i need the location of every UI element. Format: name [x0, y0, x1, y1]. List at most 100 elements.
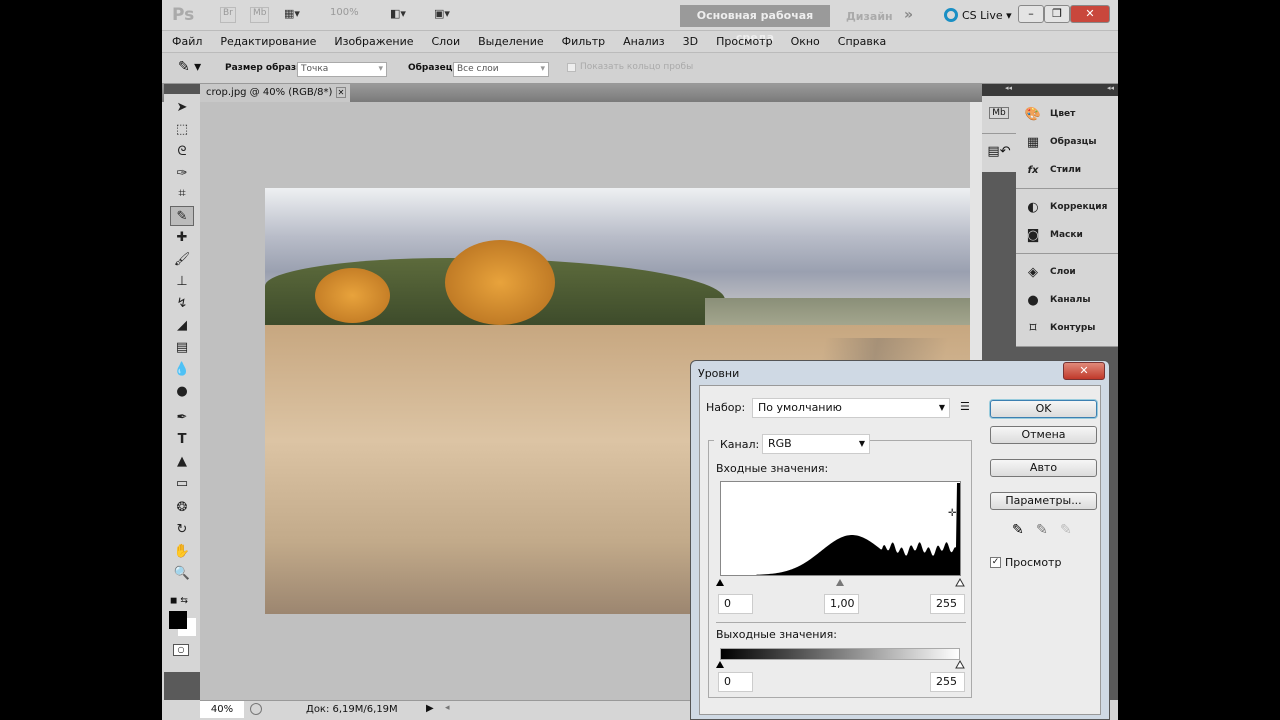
channel-value: RGB — [768, 437, 792, 450]
status-menu-arrow-icon[interactable]: ▶ — [426, 703, 434, 714]
output-slider[interactable] — [716, 660, 966, 670]
shape-tool-icon[interactable]: ▭ — [170, 474, 194, 494]
eyedropper-tool-icon[interactable]: ✎ — [170, 206, 194, 226]
status-icon[interactable] — [250, 703, 262, 715]
panel-channels[interactable]: ● Каналы — [1016, 286, 1118, 314]
menu-analysis[interactable]: Анализ — [623, 35, 665, 48]
gray-eyedropper-icon[interactable]: ✎ — [1036, 522, 1048, 538]
panel-layers[interactable]: ◈ Слои — [1016, 258, 1118, 286]
quick-mask-icon[interactable]: ○ — [173, 644, 189, 656]
more-workspaces-button[interactable]: » — [904, 7, 913, 23]
black-point-handle[interactable] — [716, 579, 724, 586]
history-brush-tool-icon[interactable]: ↯ — [170, 294, 194, 314]
eraser-tool-icon[interactable]: ◢ — [170, 316, 194, 336]
cancel-button[interactable]: Отмена — [990, 426, 1097, 444]
panel-styles[interactable]: fx Стили — [1016, 156, 1118, 184]
view-extras-icon[interactable]: ▦▾ — [284, 7, 300, 23]
move-tool-icon[interactable]: ➤ — [170, 98, 194, 118]
menu-3d[interactable]: 3D — [683, 35, 698, 48]
lasso-tool-icon[interactable]: ᘓ — [170, 142, 194, 162]
zoom-level-select[interactable]: 100% — [330, 7, 359, 23]
menu-file[interactable]: Файл — [172, 35, 202, 48]
preset-options-icon[interactable]: ☰ — [960, 400, 970, 413]
workspace-essentials-button[interactable]: Основная рабочая среда — [680, 5, 830, 44]
show-sampling-ring-checkbox[interactable] — [567, 63, 576, 72]
screen-mode-icon[interactable]: ▣▾ — [434, 7, 450, 23]
auto-button[interactable]: Авто — [990, 459, 1097, 477]
input-black-field[interactable]: 0 — [718, 594, 753, 614]
workspace-design-button[interactable]: Дизайн — [846, 10, 893, 23]
blur-tool-icon[interactable]: 💧 — [170, 360, 194, 380]
zoom-field[interactable]: 40% — [200, 701, 244, 718]
collapse-dock-icon[interactable]: ◂◂ — [982, 84, 1016, 96]
white-point-handle[interactable] — [955, 578, 965, 587]
marquee-tool-icon[interactable]: ⬚ — [170, 120, 194, 140]
options-button[interactable]: Параметры... — [990, 492, 1097, 510]
document-tab[interactable]: crop.jpg @ 40% (RGB/8*) ✕ — [198, 84, 350, 102]
panel-paths[interactable]: ⌑ Контуры — [1016, 314, 1118, 342]
minimize-button[interactable]: – — [1018, 5, 1044, 23]
panel-masks[interactable]: ◙ Маски — [1016, 221, 1118, 249]
menu-help[interactable]: Справка — [838, 35, 886, 48]
input-gamma-field[interactable]: 1,00 — [824, 594, 859, 614]
mini-bridge-button[interactable]: Mb — [250, 7, 270, 23]
gradient-tool-icon[interactable]: ▤ — [170, 338, 194, 358]
channel-select[interactable]: RGB ▼ — [762, 434, 870, 454]
input-white-field[interactable]: 255 — [930, 594, 965, 614]
tools-panel-empty — [164, 672, 200, 700]
clone-stamp-tool-icon[interactable]: ⊥ — [170, 272, 194, 292]
crop-tool-icon[interactable]: ⌗ — [170, 184, 194, 204]
output-white-handle[interactable] — [955, 660, 965, 669]
panel-channels-label: Каналы — [1050, 295, 1091, 305]
menu-view[interactable]: Просмотр — [716, 35, 772, 48]
histogram: ✛ — [720, 481, 961, 576]
pen-tool-icon[interactable]: ✒ — [170, 408, 194, 428]
panel-color[interactable]: 🎨 Цвет — [1016, 100, 1118, 128]
menu-edit[interactable]: Редактирование — [220, 35, 316, 48]
zoom-tool-icon[interactable]: 🔍 — [170, 564, 194, 584]
brush-tool-icon[interactable]: 🖌 — [170, 250, 194, 270]
eyedropper-tool-preset-icon[interactable]: ✎ ▾ — [178, 59, 201, 75]
menu-window[interactable]: Окно — [791, 35, 820, 48]
restore-button[interactable]: ❐ — [1044, 5, 1070, 23]
output-black-field[interactable]: 0 — [718, 672, 753, 692]
menu-layers[interactable]: Слои — [432, 35, 461, 48]
type-tool-icon[interactable]: T — [170, 430, 194, 450]
3d-orbit-tool-icon[interactable]: ↻ — [170, 520, 194, 540]
panel-swatches[interactable]: ▦ Образцы — [1016, 128, 1118, 156]
healing-brush-tool-icon[interactable]: ✚ — [170, 228, 194, 248]
menu-select[interactable]: Выделение — [478, 35, 544, 48]
dialog-close-button[interactable]: ✕ — [1063, 362, 1105, 380]
mini-bridge-panel-icon[interactable]: Mb — [982, 96, 1016, 134]
hand-tool-icon[interactable]: ✋ — [170, 542, 194, 562]
input-slider[interactable] — [716, 578, 966, 588]
cs-live-button[interactable]: CS Live ▾ — [962, 9, 1012, 22]
history-panel-icon[interactable]: ▤↶ — [982, 134, 1016, 172]
path-selection-tool-icon[interactable]: ▲ — [170, 452, 194, 472]
menu-image[interactable]: Изображение — [334, 35, 413, 48]
arrange-documents-icon[interactable]: ◧▾ — [390, 7, 406, 23]
3d-rotate-tool-icon[interactable]: ❂ — [170, 498, 194, 518]
preview-checkbox[interactable]: ✓ — [990, 557, 1001, 568]
foreground-color-swatch[interactable] — [169, 611, 187, 629]
gamma-handle[interactable] — [836, 579, 844, 586]
bridge-button[interactable]: Br — [220, 7, 236, 23]
panel-adjustments[interactable]: ◐ Коррекция — [1016, 193, 1118, 221]
close-button[interactable]: ✕ — [1070, 5, 1110, 23]
default-colors-icon[interactable]: ◼ ⇆ — [170, 596, 188, 606]
ok-button[interactable]: OK — [990, 400, 1097, 418]
quick-selection-tool-icon[interactable]: ✑ — [170, 164, 194, 184]
dodge-tool-icon[interactable]: ● — [170, 382, 194, 402]
black-eyedropper-icon[interactable]: ✎ — [1012, 522, 1024, 538]
scroll-left-icon[interactable]: ◂ — [445, 703, 450, 713]
collapse-panels-icon[interactable]: ◂◂ — [1016, 84, 1118, 96]
sample-select[interactable]: Все слои ▾ — [453, 62, 549, 77]
output-white-field[interactable]: 255 — [930, 672, 965, 692]
tools-panel-header[interactable] — [164, 84, 200, 94]
close-document-icon[interactable]: ✕ — [335, 87, 347, 98]
white-eyedropper-icon[interactable]: ✎ — [1060, 522, 1072, 538]
output-black-handle[interactable] — [716, 661, 724, 668]
sample-size-select[interactable]: Точка ▾ — [297, 62, 387, 77]
menu-filter[interactable]: Фильтр — [562, 35, 606, 48]
preset-select[interactable]: По умолчанию ▼ — [752, 398, 950, 418]
